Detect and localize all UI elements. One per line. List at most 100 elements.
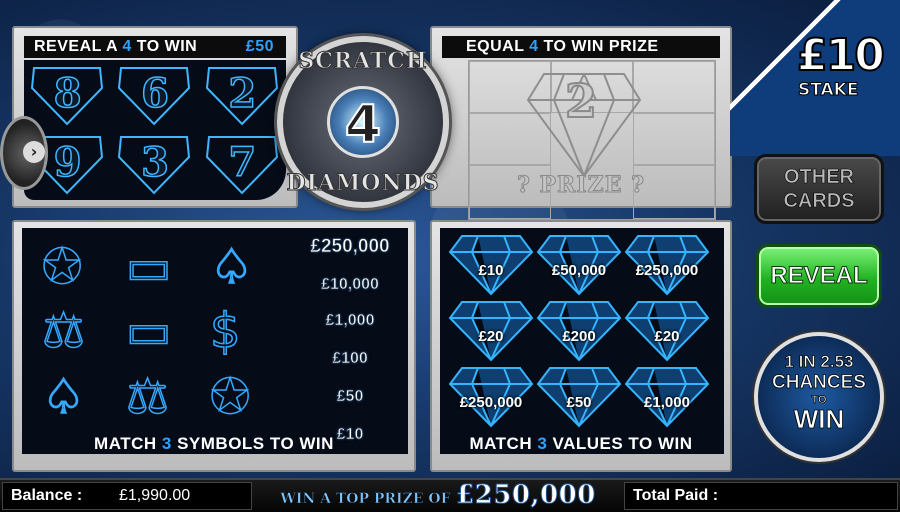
equal-four-panel: EQUAL 4 TO WIN PRIZE 2 ? PRIZE ? — [430, 26, 732, 220]
dollar-icon: $ — [209, 302, 241, 360]
value-cell[interactable]: £50,000 — [536, 234, 622, 296]
prize-ladder-item: £1,000 — [325, 312, 375, 330]
match-values-footer: MATCH 3 VALUES TO WIN — [432, 434, 730, 458]
odds-badge: 1 IN 2.53 CHANCES TO WIN — [754, 332, 884, 462]
total-paid-box: Total Paid : — [624, 482, 898, 510]
value-label: £50 — [566, 394, 592, 411]
value-cell[interactable]: £250,000 — [448, 366, 534, 428]
symbol-cell[interactable]: $ — [202, 302, 274, 362]
card-icon: ▭ — [125, 238, 172, 296]
logo-center-badge: 4 — [327, 86, 399, 158]
reveal-number-cell[interactable]: 6 — [111, 62, 198, 131]
balance-box: Balance : £1,990.00 — [2, 482, 252, 510]
logo-number: 4 — [344, 94, 382, 156]
compass-icon: ✪ — [209, 368, 251, 426]
reveal-four-title-num: 4 — [122, 38, 132, 55]
reveal-four-panel: REVEAL A 4 TO WIN £50 8 6 2 9 3 7 › — [0, 26, 298, 208]
compass-icon: ✪ — [41, 238, 83, 296]
reveal-number: 2 — [228, 69, 257, 118]
value-cell[interactable]: £20 — [448, 300, 534, 362]
reveal-number-cell[interactable]: 2 — [199, 62, 286, 131]
equal-four-header: EQUAL 4 TO WIN PRIZE — [442, 36, 720, 58]
top-prize-amount: £250,000 — [456, 480, 596, 511]
value-label: £20 — [654, 328, 680, 345]
equal-four-title-num: 4 — [529, 38, 539, 55]
symbols-grid: ✪ ▭ ♤ ⚖ ▭ $ ♤ ⚖ ✪ — [26, 230, 278, 430]
prize-ladder-item: £10,000 — [321, 276, 380, 294]
prize-ladder-item: £250,000 — [310, 236, 390, 258]
stake-label: STAKE — [797, 80, 859, 101]
odds-line4: WIN — [793, 404, 845, 434]
top-prize-banner: WIN A TOP PRIZE OF £250,000 — [262, 480, 614, 511]
game-logo: SCRATCH 4 DIAMONDS — [277, 36, 449, 208]
equal-four-title-pre: EQUAL — [466, 38, 530, 55]
symbol-cell[interactable]: ⚖ — [118, 368, 190, 428]
reveal-four-header: REVEAL A 4 TO WIN £50 — [24, 36, 286, 58]
symbol-cell[interactable]: ✪ — [202, 368, 274, 428]
symbol-cell[interactable]: ♤ — [202, 238, 274, 298]
value-label: £250,000 — [635, 262, 699, 279]
balance-value: £1,990.00 — [119, 487, 191, 504]
symbol-cell[interactable]: ▭ — [118, 302, 190, 362]
prize-ladder-item: £50 — [336, 388, 364, 406]
reveal-four-grid: 8 6 2 9 3 7 — [24, 62, 286, 200]
reveal-number-cell[interactable]: 8 — [24, 62, 111, 131]
match-values-footer-num: 3 — [537, 434, 548, 453]
match-symbols-panel: ✪ ▭ ♤ ⚖ ▭ $ ♤ ⚖ ✪ £250,000 £10,000 £1,00… — [12, 220, 416, 472]
match-symbols-footer-post: SYMBOLS TO WIN — [171, 434, 334, 453]
match-values-footer-pre: MATCH — [469, 434, 538, 453]
value-label: £10 — [478, 262, 504, 279]
chevron-right-icon: › — [23, 141, 45, 163]
value-label: £250,000 — [459, 394, 523, 411]
scales-icon: ⚖ — [125, 368, 170, 426]
reveal-number: 8 — [53, 69, 82, 118]
value-cell[interactable]: £200 — [536, 300, 622, 362]
scales-icon: ⚖ — [41, 302, 86, 360]
top-prize-text: WIN A TOP PRIZE OF — [280, 491, 451, 508]
equal-four-prize-label: ? PRIZE ? — [516, 172, 646, 199]
spade-card-icon: ♤ — [209, 238, 254, 296]
spade-card-icon: ♤ — [41, 368, 86, 426]
previous-arrow-button[interactable]: › — [0, 116, 48, 190]
reveal-four-title-pre: REVEAL A — [34, 38, 123, 55]
prize-ladder: £250,000 £10,000 £1,000 £100 £50 £10 — [294, 230, 406, 450]
reveal-number-cell[interactable]: 3 — [111, 131, 198, 200]
logo-scratch-text: SCRATCH — [298, 48, 428, 75]
reveal-number: 7 — [228, 138, 257, 187]
logo-diamonds-text: DIAMONDS — [286, 170, 440, 197]
other-cards-line1: OTHER — [784, 166, 855, 189]
match-values-panel: £10 £50,000 £250,000 £20 £200 £20 £250,0… — [430, 220, 732, 472]
reveal-four-prize: £50 — [245, 38, 274, 55]
reveal-number: 3 — [140, 138, 169, 187]
bottom-status-bar: Balance : £1,990.00 WIN A TOP PRIZE OF £… — [0, 478, 900, 512]
symbol-cell[interactable]: ✪ — [34, 238, 106, 298]
value-label: £50,000 — [551, 262, 607, 279]
stake-amount: £10 — [796, 29, 886, 82]
symbol-cell[interactable]: ♤ — [34, 368, 106, 428]
odds-line2: CHANCES — [772, 372, 867, 394]
value-label: £200 — [562, 328, 596, 345]
total-paid-label: Total Paid : — [633, 487, 719, 504]
value-cell[interactable]: £1,000 — [624, 366, 710, 428]
value-cell[interactable]: £20 — [624, 300, 710, 362]
reveal-button[interactable]: REVEAL — [756, 244, 882, 308]
value-label: £20 — [478, 328, 504, 345]
reveal-number: 6 — [140, 69, 169, 118]
card-icon: ▭ — [125, 302, 172, 360]
odds-line1: 1 IN 2.53 — [784, 352, 854, 372]
match-symbols-footer-num: 3 — [161, 434, 172, 453]
other-cards-line2: CARDS — [783, 190, 855, 213]
value-label: £1,000 — [644, 394, 690, 411]
reveal-number-cell[interactable]: 7 — [199, 131, 286, 200]
match-values-footer-post: VALUES TO WIN — [547, 434, 693, 453]
other-cards-button[interactable]: OTHER CARDS — [754, 154, 884, 224]
value-cell[interactable]: £50 — [536, 366, 622, 428]
stake-corner: £10 STAKE — [730, 0, 900, 156]
symbol-cell[interactable]: ⚖ — [34, 302, 106, 362]
value-cell[interactable]: £10 — [448, 234, 534, 296]
prize-ladder-item: £100 — [332, 350, 368, 368]
reveal-four-title-post: TO WIN — [131, 38, 198, 55]
symbol-cell[interactable]: ▭ — [118, 238, 190, 298]
match-symbols-footer-pre: MATCH — [94, 434, 162, 453]
value-cell[interactable]: £250,000 — [624, 234, 710, 296]
